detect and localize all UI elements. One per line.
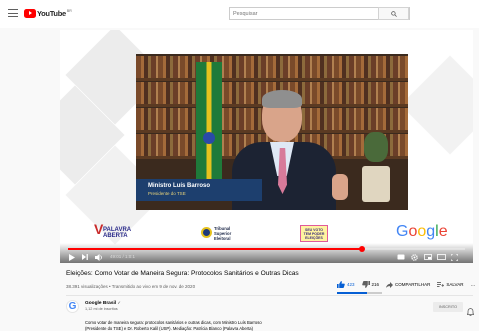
like-button[interactable]: 423 <box>337 281 355 288</box>
play-button[interactable] <box>69 253 75 261</box>
video-title: Eleições: Como Votar de Maneira Segura: … <box>66 270 299 277</box>
brazil-flag <box>196 62 222 197</box>
notification-bell-button[interactable] <box>466 303 475 321</box>
fullscreen-button[interactable] <box>451 253 458 261</box>
video-player[interactable]: Ministro Luís Barroso Presidente do TSE … <box>60 30 473 263</box>
sponsor-logos: V PALAVRA ABERTA Tribunal Superior Eleit… <box>60 221 473 244</box>
like-ratio-fill <box>337 292 367 294</box>
share-icon <box>386 281 394 288</box>
speaker-role: Presidente do TSE <box>148 191 186 196</box>
background-diamond <box>400 55 473 155</box>
gear-icon <box>411 253 418 261</box>
theater-icon <box>437 254 446 260</box>
palavra-aberta-logo: V PALAVRA ABERTA <box>94 221 132 239</box>
speaker-hand <box>332 174 348 200</box>
speaker-video-frame: Ministro Luís Barroso Presidente do TSE <box>136 54 408 210</box>
progress-scrubber[interactable] <box>358 246 365 252</box>
more-actions-button[interactable]: ... <box>470 282 475 288</box>
bell-icon <box>466 308 475 316</box>
video-actions: 423 216 COMPARTILHAR SALVAR ... <box>337 280 479 289</box>
search-icon <box>390 10 397 17</box>
search-box <box>229 7 410 20</box>
save-button[interactable]: SALVAR <box>437 281 464 288</box>
seu-voto-logo: SEU VOTO TEM PODER ELEIÇÕES <box>300 225 328 242</box>
channel-name[interactable]: Google Brasil ✓ <box>85 300 121 306</box>
more-icon: ... <box>470 281 476 288</box>
plant <box>364 132 388 162</box>
subtitles-icon <box>397 254 405 260</box>
save-label: SALVAR <box>446 282 464 287</box>
subtitles-button[interactable] <box>397 253 405 261</box>
thumbs-down-icon <box>361 281 370 288</box>
search-input[interactable] <box>230 8 380 19</box>
next-icon <box>82 254 88 260</box>
share-button[interactable]: COMPARTILHAR <box>386 281 431 288</box>
share-label: COMPARTILHAR <box>395 282 431 287</box>
lamp <box>362 166 390 202</box>
subscriber-count: 1,12 mi de inscritos <box>85 307 118 311</box>
progress-bar[interactable] <box>68 246 465 252</box>
divider <box>66 295 473 296</box>
theater-mode-button[interactable] <box>437 253 446 261</box>
channel-name-text: Google Brasil <box>85 301 117 306</box>
channel-avatar[interactable]: G <box>66 300 79 313</box>
like-count: 423 <box>347 282 355 287</box>
lower-third: Ministro Luís Barroso Presidente do TSE <box>136 179 262 201</box>
hamburger-menu-icon[interactable] <box>8 9 18 17</box>
shelf <box>136 78 408 81</box>
playlist-add-icon <box>437 281 445 287</box>
bookshelf-row <box>136 56 408 78</box>
miniplayer-button[interactable] <box>424 253 432 261</box>
volume-icon <box>95 253 102 261</box>
tse-logo: Tribunal Superior Eleitoral <box>201 226 231 241</box>
progress-fill <box>68 248 362 250</box>
volume-button[interactable] <box>95 253 103 261</box>
fullscreen-icon <box>451 253 458 261</box>
play-icon <box>69 253 75 261</box>
channel-info: G Google Brasil ✓ 1,12 mi de inscritos C… <box>66 298 475 331</box>
thumbs-up-icon <box>337 281 345 288</box>
top-bar: YouTube BR <box>0 0 479 28</box>
search-button[interactable] <box>378 7 409 20</box>
country-code: BR <box>66 9 72 13</box>
youtube-logo[interactable]: YouTube BR <box>24 9 72 18</box>
speaker-name: Ministro Luís Barroso <box>148 183 211 189</box>
settings-button[interactable] <box>411 253 418 261</box>
video-description: Como votar de maneira segura: protocolos… <box>85 320 345 331</box>
google-logo: Google <box>396 223 448 240</box>
dislike-button[interactable]: 216 <box>361 281 380 288</box>
time-display: 49:01 / 1:0:1 <box>110 254 136 259</box>
subscribed-button[interactable]: INSCRITO <box>433 302 463 312</box>
view-count-and-date: 38.391 visualizações • Transmitido ao vi… <box>66 284 196 289</box>
description-line: (Presidente do TSE) e Dr. Roberto Kalil … <box>85 325 253 331</box>
player-controls: 49:01 / 1:0:1 <box>60 243 473 263</box>
like-dislike-bar <box>337 292 382 294</box>
verified-icon: ✓ <box>117 300 121 305</box>
youtube-logo-text: YouTube <box>37 9 66 18</box>
next-button[interactable] <box>82 253 88 261</box>
miniplayer-icon <box>424 254 432 260</box>
youtube-play-icon <box>24 9 36 18</box>
dislike-count: 216 <box>371 282 380 287</box>
